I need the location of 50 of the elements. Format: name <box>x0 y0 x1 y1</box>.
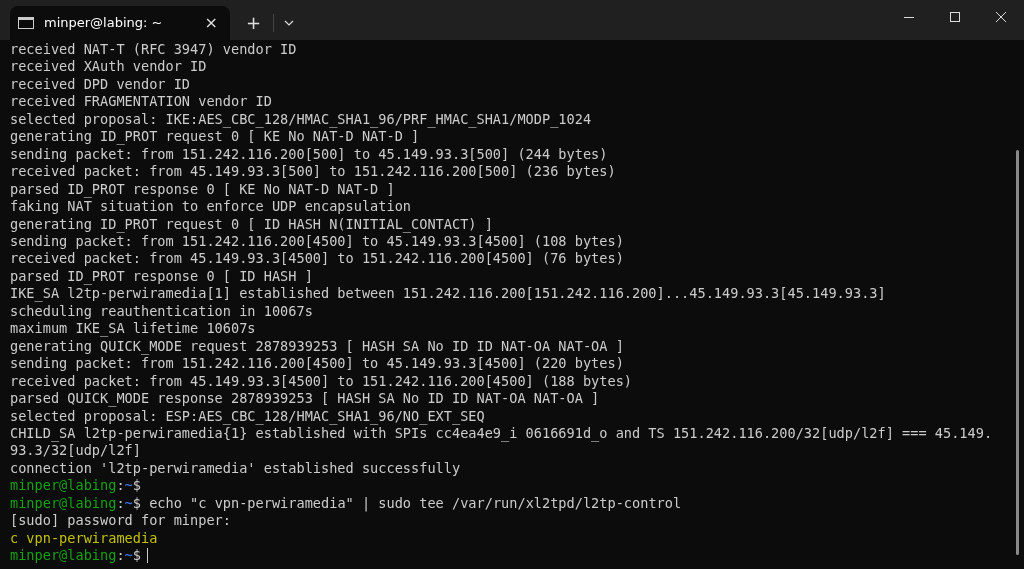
output-line: sending packet: from 151.242.116.200[4500] to 45.149.93.3[4500] (108 bytes) <box>10 233 625 251</box>
output-line: generating ID_PROT request 0 [ KE No NAT-D NAT-D ] <box>10 128 421 146</box>
output-line: CHILD_SA l2tp-perwiramedia{1} established with SPIs cc4ea4e9_i 0616691d_o and TS 151.242.116.200/32[udp/l2f] === 45.149. <box>10 424 994 443</box>
output-line: received packet: from 45.149.93.3[500] to 151.242.116.200[500] (236 bytes) <box>10 163 617 181</box>
output-line: received XAuth vendor ID <box>10 58 208 76</box>
output-line: generating QUICK_MODE request 2878939253 [ HASH SA No ID ID NAT-OA NAT-OA ] <box>10 337 625 356</box>
output-line: received packet: from 45.149.93.3[4500] to 151.242.116.200[4500] (188 bytes) <box>10 372 633 391</box>
prompt-colon: : <box>116 477 125 495</box>
output-line: 93.3/32[udp/l2f] <box>10 442 142 460</box>
output-line: c vpn-perwiramedia <box>10 529 158 548</box>
output-line: selected proposal: ESP:AES_CBC_128/HMAC_SHA1_96/NO_EXT_SEQ <box>10 407 486 425</box>
output-line: received NAT-T (RFC 3947) vendor ID <box>10 41 298 59</box>
terminal-icon <box>18 17 34 29</box>
output-line: parsed ID_PROT response 0 [ KE No NAT-D NAT-D ] <box>10 180 396 199</box>
terminal-tab[interactable]: minper@labing: ~ × <box>10 6 230 40</box>
command-text: echo "c vpn-perwiramedia" | sudo tee /var/run/xl2tpd/l2tp-control <box>149 494 682 513</box>
output-line: sending packet: from 151.242.116.200[500] to 45.149.93.3[500] (244 bytes) <box>10 145 609 164</box>
output-line: connection 'l2tp-perwiramedia' established successfully <box>10 459 462 478</box>
new-tab-button[interactable]: + <box>238 14 270 32</box>
output-line: received DPD vendor ID <box>10 75 192 94</box>
scrollbar-thumb[interactable] <box>1016 150 1019 555</box>
prompt-symbol: $ <box>132 494 141 513</box>
output-line: parsed ID_PROT response 0 [ ID HASH ] <box>10 267 314 286</box>
minimize-icon <box>904 16 914 18</box>
prompt-path: ~ <box>124 547 133 565</box>
prompt-user-host: minper@labing <box>10 477 117 495</box>
prompt-colon: : <box>116 547 125 565</box>
close-icon <box>996 12 1006 22</box>
output-line: scheduling reauthentication in 10067s <box>10 302 314 321</box>
tab-close-button[interactable]: × <box>200 15 222 31</box>
output-line: selected proposal: IKE:AES_CBC_128/HMAC_SHA1_96/PRF_HMAC_SHA1/MODP_1024 <box>10 110 593 129</box>
output-line: received FRAGMENTATION vendor ID <box>10 93 273 111</box>
maximize-icon <box>950 12 960 22</box>
output-line: sending packet: from 151.242.116.200[4500] to 45.149.93.3[4500] (220 bytes) <box>10 355 625 373</box>
output-line: received packet: from 45.149.93.3[4500] to 151.242.116.200[4500] (76 bytes) <box>10 250 625 268</box>
prompt-user-host: minper@labing <box>10 547 117 565</box>
output-line: faking NAT situation to enforce UDP encapsulation <box>10 198 413 216</box>
output-line: generating ID_PROT request 0 [ ID HASH N(INITIAL_CONTACT) ] <box>10 215 494 233</box>
prompt-colon: : <box>116 494 125 513</box>
prompt-symbol: $ <box>132 477 141 495</box>
prompt-path: ~ <box>124 477 133 495</box>
prompt-user-host: minper@labing <box>10 494 117 513</box>
output-line: parsed QUICK_MODE response 2878939253 [ HASH SA No ID ID NAT-OA NAT-OA ] <box>10 390 601 408</box>
output-line: [sudo] password for minper: <box>10 512 232 530</box>
tab-title: minper@labing: ~ <box>44 14 164 33</box>
output-line: IKE_SA l2tp-perwiramedia[1] established between 151.242.116.200[151.242.116.200]...45.149.93.3[45.149.93.3] <box>10 285 887 303</box>
chevron-down-icon <box>284 20 295 26</box>
output-line: maximum IKE_SA lifetime 10607s <box>10 320 257 338</box>
prompt-symbol: $ <box>132 547 141 565</box>
prompt-path: ~ <box>124 494 133 513</box>
